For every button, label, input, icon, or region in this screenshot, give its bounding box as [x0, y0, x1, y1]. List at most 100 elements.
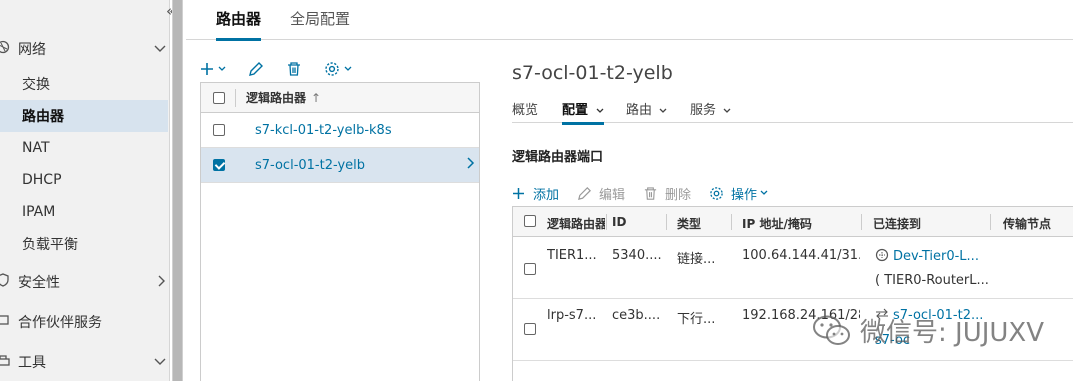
column-header-type[interactable]: 类型	[677, 215, 727, 232]
sidebar-group-security[interactable]: 安全性	[0, 266, 170, 298]
select-all-checkbox[interactable]	[524, 215, 536, 227]
column-divider	[861, 214, 862, 230]
router-list-toolbar	[200, 58, 374, 80]
router-icon	[875, 248, 889, 262]
router-list-row[interactable]: s7-kcl-01-t2-yelb-k8s	[201, 113, 479, 148]
sidebar-item-nat[interactable]: NAT	[0, 132, 168, 164]
cell-connected-to[interactable]: Dev-Tier0-L...	[875, 248, 990, 264]
trash-icon	[288, 62, 300, 76]
chevron-down-icon	[723, 108, 731, 113]
sidebar-group-network[interactable]: 网络	[0, 33, 170, 65]
sidebar-item-label: 负载平衡	[22, 237, 78, 253]
tab-global-config[interactable]: 全局配置	[290, 8, 350, 38]
sidebar-item-label: 路由器	[22, 109, 64, 125]
plus-icon	[201, 63, 213, 75]
chevron-down-icon	[344, 66, 352, 71]
row-checkbox[interactable]	[524, 263, 536, 275]
edit-port-button[interactable]: 编辑	[577, 184, 625, 203]
port-toolbar: 添加 编辑 删除 操作	[512, 183, 786, 203]
router-list-row-selected[interactable]: s7-ocl-01-t2-yelb	[201, 148, 479, 183]
sidebar-item-dhcp[interactable]: DHCP	[0, 164, 168, 196]
trash-icon	[644, 186, 657, 200]
detail-tab-bar: 概览 配置 路由 服务	[512, 97, 1073, 125]
section-title: 逻辑路由器端口	[512, 150, 604, 165]
column-divider	[606, 214, 607, 230]
top-tab-bar: 路由器 全局配置	[186, 0, 1073, 41]
router-list: 逻辑路由器 ↑ s7-kcl-01-t2-yelb-k8s s7-ocl-01-…	[200, 82, 480, 381]
nsx-manager-window: 网络 交换 路由器 NAT DHCP IPAM 负载平衡 安全性 合作伙伴服务	[0, 0, 1073, 381]
sidebar-item-switching[interactable]: 交换	[0, 68, 168, 100]
pencil-icon	[249, 62, 263, 76]
chevron-down-icon	[218, 66, 226, 71]
row-checkbox[interactable]	[213, 124, 225, 136]
chevron-down-icon	[659, 108, 667, 113]
add-router-button[interactable]	[200, 62, 226, 76]
wechat-watermark: 微信号: JUJUXV	[812, 312, 1044, 349]
row-checkbox[interactable]	[524, 323, 536, 335]
tab-overview[interactable]: 概览	[512, 99, 538, 118]
column-header-id[interactable]: ID	[612, 215, 662, 229]
sidebar-group-partner-services[interactable]: 合作伙伴服务	[0, 306, 170, 338]
button-label: 删除	[665, 187, 692, 203]
column-header-ip[interactable]: IP 地址/掩码	[742, 215, 857, 232]
router-detail-title: s7-ocl-01-t2-yelb	[512, 62, 673, 84]
sidebar-item-label: 交换	[22, 77, 50, 93]
tab-routers[interactable]: 路由器	[216, 8, 262, 41]
sidebar-item-routers[interactable]: 路由器	[0, 100, 168, 132]
sidebar-item-label: DHCP	[22, 172, 62, 188]
sidebar-item-load-balancing[interactable]: 负载平衡	[0, 228, 168, 260]
column-header-transport-node[interactable]: 传输节点	[1003, 215, 1073, 232]
button-label: 添加	[533, 187, 560, 203]
cell-id: ce3b....	[612, 308, 661, 323]
pencil-icon	[578, 186, 592, 200]
delete-router-button[interactable]	[286, 61, 302, 77]
sidebar-group-tools[interactable]: 工具	[0, 346, 170, 378]
router-name-link[interactable]: s7-ocl-01-t2-yelb	[255, 158, 365, 173]
sidebar-group-label: 网络	[18, 42, 46, 58]
cell-router: TIER1...	[547, 248, 597, 263]
cell-type: 下行...	[677, 312, 716, 327]
button-label: 编辑	[599, 187, 626, 203]
column-header-connected-to[interactable]: 已连接到	[873, 215, 983, 232]
router-actions-button[interactable]	[324, 61, 352, 77]
row-checkbox-checked[interactable]	[213, 159, 225, 171]
cell-router: lrp-s7...	[547, 308, 597, 323]
connected-router-link[interactable]: Dev-Tier0-L...	[893, 249, 979, 264]
gear-icon	[325, 62, 339, 76]
delete-port-button[interactable]: 删除	[643, 184, 691, 203]
gear-icon	[710, 186, 723, 200]
sort-asc-icon[interactable]: ↑	[311, 91, 321, 105]
tab-routing[interactable]: 路由	[626, 99, 667, 118]
grid-header: 逻辑路由器 ID 类型 IP 地址/掩码 已连接到 传输节点	[513, 207, 1073, 237]
tab-label: 服务	[690, 103, 717, 118]
edit-router-button[interactable]	[248, 61, 264, 77]
tab-configuration[interactable]: 配置	[562, 99, 604, 125]
tools-icon	[0, 353, 12, 371]
port-actions-button[interactable]: 操作	[709, 184, 768, 203]
column-header-router[interactable]: 逻辑路由器	[547, 215, 605, 232]
column-divider	[990, 214, 991, 230]
watermark-text: 微信号: JUJUXV	[860, 318, 1045, 348]
column-divider	[666, 214, 667, 230]
scrollbar-thumb[interactable]	[173, 0, 182, 381]
chevron-right-icon[interactable]	[467, 157, 475, 173]
column-divider	[235, 88, 236, 107]
plus-icon	[513, 187, 524, 199]
select-all-checkbox[interactable]	[213, 91, 225, 104]
column-header-router[interactable]: 逻辑路由器	[246, 89, 306, 106]
tab-services[interactable]: 服务	[690, 99, 731, 118]
router-list-header: 逻辑路由器 ↑	[201, 83, 479, 113]
sidebar-item-label: IPAM	[22, 204, 56, 220]
table-row[interactable]: TIER1... 5340.... 链接... 100.64.144.41/31…	[513, 237, 1073, 299]
button-label: 操作	[731, 187, 758, 203]
chevron-right-icon	[158, 275, 166, 290]
partner-icon	[0, 313, 12, 331]
router-name-link[interactable]: s7-kcl-01-t2-yelb-k8s	[255, 123, 392, 138]
sidebar-scrollbar[interactable]	[172, 0, 183, 381]
sidebar-item-label: NAT	[22, 140, 50, 156]
sidebar-item-ipam[interactable]: IPAM	[0, 196, 168, 228]
network-icon	[0, 40, 12, 58]
cell-id: 5340....	[612, 248, 662, 263]
cell-ip: 100.64.144.41/31...	[742, 248, 860, 263]
add-port-button[interactable]: 添加	[512, 184, 559, 203]
